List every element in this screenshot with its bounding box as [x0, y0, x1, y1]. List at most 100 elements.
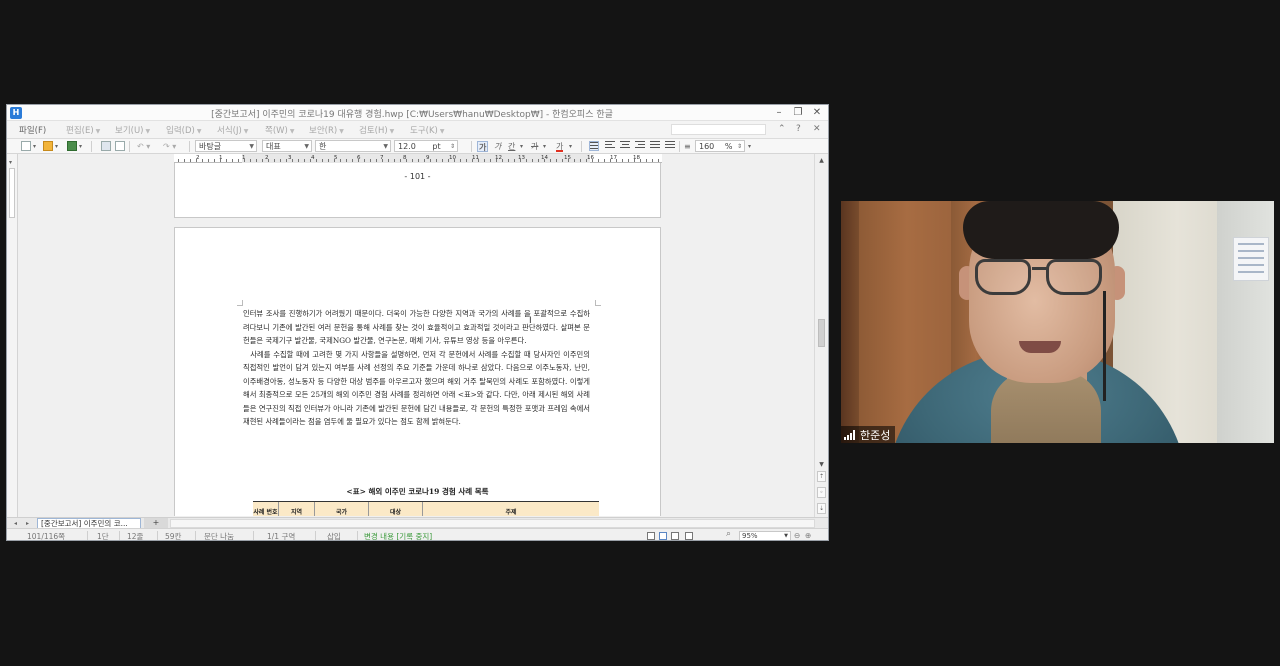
ruler-tick: [184, 159, 185, 162]
chevron-down-icon: ▼: [289, 128, 295, 135]
align-divide-icon[interactable]: [665, 141, 675, 151]
ruler-tick: [430, 159, 431, 162]
status-column: 59칸: [165, 532, 182, 541]
bold-button[interactable]: 가: [477, 141, 489, 152]
scroll-down-icon[interactable]: ▼: [817, 460, 826, 469]
align-right-icon[interactable]: [635, 141, 645, 151]
view-web-icon[interactable]: [685, 532, 693, 540]
strike-button[interactable]: 가: [531, 141, 538, 152]
doc-close-icon[interactable]: ✕: [813, 124, 821, 134]
menu-review[interactable]: 검토(H) ▼: [359, 124, 394, 136]
status-track-changes[interactable]: 변경 내용 [기록 중지]: [364, 531, 432, 540]
save-icon[interactable]: [67, 141, 77, 151]
menu-tools[interactable]: 도구(K) ▼: [410, 124, 444, 136]
tab-next-icon[interactable]: ▸: [23, 519, 32, 528]
ruler-tick: [400, 159, 401, 162]
align-distribute-icon[interactable]: [650, 141, 660, 151]
panel-toggle-icon[interactable]: ▾: [9, 157, 12, 168]
align-justify-icon[interactable]: [589, 141, 599, 151]
open-folder-icon[interactable]: [43, 141, 53, 151]
scroll-up-icon[interactable]: ▲: [817, 156, 826, 165]
zoom-select[interactable]: 95% ▼: [739, 531, 791, 540]
chevron-down-icon[interactable]: ▾: [520, 141, 523, 152]
body-text[interactable]: 인터뷰 조사를 진행하기가 어려웠기 때문이다. 더욱이 가능한 다양한 지역과…: [243, 307, 590, 429]
ruler-tick: [376, 159, 377, 162]
zoom-icon: ⌕: [726, 529, 732, 539]
margin-corner-mark: [237, 300, 243, 306]
status-insert-mode[interactable]: 삽입: [327, 531, 341, 540]
ruler-tick: [220, 159, 221, 162]
table-header-region: 지역: [279, 502, 315, 516]
align-left-icon[interactable]: [605, 141, 615, 151]
participant-video[interactable]: 한준성: [841, 201, 1274, 443]
menu-security[interactable]: 보안(R) ▼: [309, 124, 344, 136]
zoom-out-icon[interactable]: ⊖: [794, 531, 800, 540]
ruler-tick: [250, 159, 251, 162]
font-lang-select[interactable]: 대표 ▼: [262, 140, 312, 152]
ruler-tick: [616, 159, 617, 162]
vertical-scrollbar[interactable]: ▲ ▼ ⇡ ◦ ⇣: [814, 154, 828, 517]
menu-tools-label: 도구(K): [410, 126, 438, 136]
menu-format[interactable]: 서식(J) ▼: [217, 124, 248, 136]
chevron-down-icon[interactable]: ▾: [748, 141, 751, 152]
menu-page[interactable]: 쪽(W) ▼: [265, 124, 294, 136]
case-table[interactable]: 사례 번호 지역 국가 대상 주제: [253, 501, 599, 516]
align-center-icon[interactable]: [620, 141, 630, 151]
ruler-tick: [232, 159, 233, 162]
font-color-button[interactable]: 가: [556, 141, 564, 152]
print-preview-icon[interactable]: [115, 141, 125, 151]
status-break: 문단 나눔: [204, 532, 234, 541]
new-doc-icon[interactable]: [21, 141, 31, 151]
scroll-thumb[interactable]: [818, 319, 825, 347]
chevron-down-icon[interactable]: ▾: [79, 141, 82, 152]
chevron-down-icon[interactable]: ▾: [569, 141, 572, 152]
style-select[interactable]: 바탕글 ▼: [195, 140, 257, 152]
print-icon[interactable]: [101, 141, 111, 151]
redo-icon[interactable]: ↷ ▾: [163, 141, 176, 152]
prev-page-icon[interactable]: ⇡: [817, 471, 826, 482]
tab-prev-icon[interactable]: ◂: [11, 519, 20, 528]
line-spacing-select[interactable]: 160 % ⇕: [695, 140, 745, 152]
undo-icon[interactable]: ↶ ▾: [137, 141, 150, 152]
ruler-tick: [436, 159, 437, 162]
ruler-tick: [274, 159, 275, 162]
menu-edit[interactable]: 편집(E) ▼: [66, 124, 100, 136]
document-area[interactable]: - 101 - 인터뷰 조사를 진행하기가 어려웠기 때문이다. 더욱이 가능한…: [18, 163, 814, 516]
status-divider: [357, 531, 358, 540]
horizontal-scrollbar[interactable]: [170, 519, 815, 528]
collapse-ribbon-icon[interactable]: ⌃: [778, 124, 786, 134]
view-outline-icon[interactable]: [671, 532, 679, 540]
ruler-tick: [316, 159, 317, 162]
page-select-icon[interactable]: ◦: [817, 487, 826, 498]
ruler-tick: [604, 159, 605, 162]
menu-file[interactable]: 파일(F): [19, 124, 46, 136]
zoom-in-icon[interactable]: ⊕: [805, 531, 811, 540]
ruler-tick: [328, 159, 329, 162]
ruler-tick: [424, 159, 425, 162]
mouse-cursor-icon: I: [529, 316, 532, 326]
chevron-down-icon[interactable]: ▾: [33, 141, 36, 152]
chevron-down-icon: ▼: [304, 143, 309, 150]
ruler-tick: [532, 159, 533, 162]
menu-view[interactable]: 보기(U) ▼: [115, 124, 150, 136]
next-page-icon[interactable]: ⇣: [817, 503, 826, 514]
zoom-value: 95%: [742, 532, 758, 540]
view-normal-icon[interactable]: [647, 532, 655, 540]
italic-button[interactable]: 가: [494, 141, 501, 152]
chevron-down-icon[interactable]: ▾: [543, 141, 546, 152]
font-name-select[interactable]: 한 ▼: [315, 140, 391, 152]
help-icon[interactable]: ?: [796, 124, 801, 134]
ruler-tick: [610, 159, 611, 162]
font-size-select[interactable]: 12.0 pt ⇕: [394, 140, 458, 152]
view-page-icon[interactable]: [659, 532, 667, 540]
chevron-down-icon[interactable]: ▾: [55, 141, 58, 152]
restore-icon[interactable]: ❐: [790, 106, 806, 120]
search-input[interactable]: [671, 124, 766, 135]
horizontal-ruler[interactable]: 2 1 1 2 3 4 5 6 7 8 9 10 11 12 13 14 15 16 17 18: [174, 154, 662, 163]
underline-button[interactable]: 간: [508, 141, 515, 152]
status-page[interactable]: 101/116쪽: [27, 531, 65, 540]
minimize-icon[interactable]: –: [771, 106, 787, 120]
close-icon[interactable]: ✕: [809, 106, 825, 120]
ruler-tick: [622, 159, 623, 162]
menu-insert[interactable]: 입력(D) ▼: [166, 124, 201, 136]
